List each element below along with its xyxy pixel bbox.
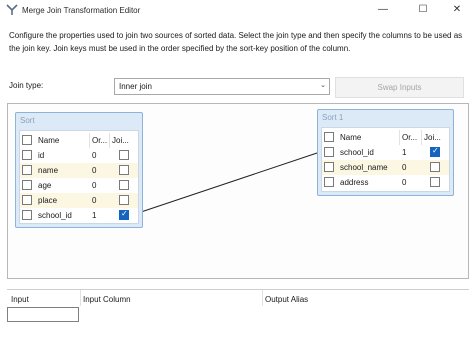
- right-header-row: Name Or... Joi...: [322, 130, 449, 145]
- grid-header-input-column: Input Column: [83, 295, 131, 304]
- column-name: address: [340, 178, 369, 187]
- sort-order: 0: [402, 163, 407, 172]
- header-name: Name: [38, 136, 60, 145]
- swap-inputs-button[interactable]: Swap Inputs: [335, 77, 464, 98]
- table-row[interactable]: name 0: [20, 163, 138, 178]
- sort-order: 0: [402, 178, 407, 187]
- join-design-canvas[interactable]: Sort Name Or... Joi... id 0 name 0 age 0…: [7, 103, 469, 279]
- description-text: Configure the properties used to join tw…: [9, 31, 463, 53]
- column-checkbox[interactable]: [22, 210, 32, 220]
- join-key-checkbox[interactable]: [119, 150, 129, 160]
- column-name: school_id: [340, 148, 374, 157]
- join-key-checkbox[interactable]: [430, 177, 440, 187]
- column-checkbox[interactable]: [324, 177, 334, 187]
- column-name: id: [38, 151, 45, 160]
- table-row[interactable]: address 0: [322, 175, 449, 190]
- chevron-down-icon: ⌄: [320, 82, 326, 89]
- table-row[interactable]: school_name 0: [322, 160, 449, 175]
- right-input-table[interactable]: Sort 1 Name Or... Joi... school_id 1 sch…: [317, 109, 454, 196]
- table-row[interactable]: place 0: [20, 193, 138, 208]
- sort-order: 0: [92, 196, 97, 205]
- join-type-label: Join type:: [9, 81, 44, 90]
- table-row[interactable]: id 0: [20, 148, 138, 163]
- column-checkbox[interactable]: [324, 147, 334, 157]
- column-name: school_id: [38, 211, 72, 220]
- sort-order: 0: [92, 166, 97, 175]
- sort-order: 1: [402, 148, 407, 157]
- join-key-checkbox[interactable]: [119, 209, 129, 220]
- right-column-list: Name Or... Joi... school_id 1 school_nam…: [321, 127, 450, 192]
- window-title: Merge Join Transformation Editor: [22, 6, 141, 15]
- column-checkbox[interactable]: [22, 195, 32, 205]
- join-type-dropdown[interactable]: Inner join ⌄: [114, 78, 330, 95]
- header-join: Joi...: [424, 133, 441, 142]
- left-table-title: Sort: [20, 116, 35, 125]
- grid-header-output-alias: Output Alias: [265, 295, 309, 304]
- join-key-checkbox[interactable]: [430, 162, 440, 172]
- minimize-button[interactable]: —: [366, 0, 400, 22]
- header-name: Name: [340, 133, 362, 142]
- join-key-checkbox[interactable]: [430, 146, 440, 157]
- left-input-table[interactable]: Sort Name Or... Joi... id 0 name 0 age 0…: [15, 112, 143, 228]
- column-checkbox[interactable]: [22, 180, 32, 190]
- column-name: name: [38, 166, 59, 175]
- join-key-checkbox[interactable]: [119, 165, 129, 175]
- column-checkbox[interactable]: [324, 162, 334, 172]
- select-all-checkbox[interactable]: [22, 135, 32, 145]
- maximize-button[interactable]: ☐: [406, 0, 440, 22]
- table-row[interactable]: school_id 1: [20, 208, 138, 223]
- output-columns-grid[interactable]: Input Input Column Output Alias: [7, 289, 469, 341]
- grid-header-input: Input: [11, 295, 29, 304]
- select-all-checkbox[interactable]: [324, 132, 334, 142]
- column-name: age: [38, 181, 52, 190]
- sort-order: 0: [92, 181, 97, 190]
- header-join: Joi...: [112, 136, 129, 145]
- join-key-checkbox[interactable]: [119, 195, 129, 205]
- right-table-title: Sort 1: [322, 113, 344, 122]
- column-name: place: [38, 196, 58, 205]
- left-header-row: Name Or... Joi...: [20, 133, 138, 148]
- column-checkbox[interactable]: [22, 165, 32, 175]
- join-key-checkbox[interactable]: [119, 180, 129, 190]
- left-column-list: Name Or... Joi... id 0 name 0 age 0 plac…: [19, 130, 139, 224]
- table-row[interactable]: age 0: [20, 178, 138, 193]
- column-checkbox[interactable]: [22, 150, 32, 160]
- header-order: Or...: [402, 133, 418, 142]
- input-cell-editor[interactable]: [7, 307, 79, 322]
- table-row[interactable]: school_id 1: [322, 145, 449, 160]
- header-order: Or...: [92, 136, 108, 145]
- merge-join-icon: [6, 4, 18, 15]
- join-type-value: Inner join: [119, 82, 152, 91]
- column-name: school_name: [340, 163, 388, 172]
- close-button[interactable]: ✕: [440, 0, 474, 22]
- sort-order: 1: [92, 211, 97, 220]
- title-bar: Merge Join Transformation Editor — ☐ ✕: [0, 0, 474, 22]
- sort-order: 0: [92, 151, 97, 160]
